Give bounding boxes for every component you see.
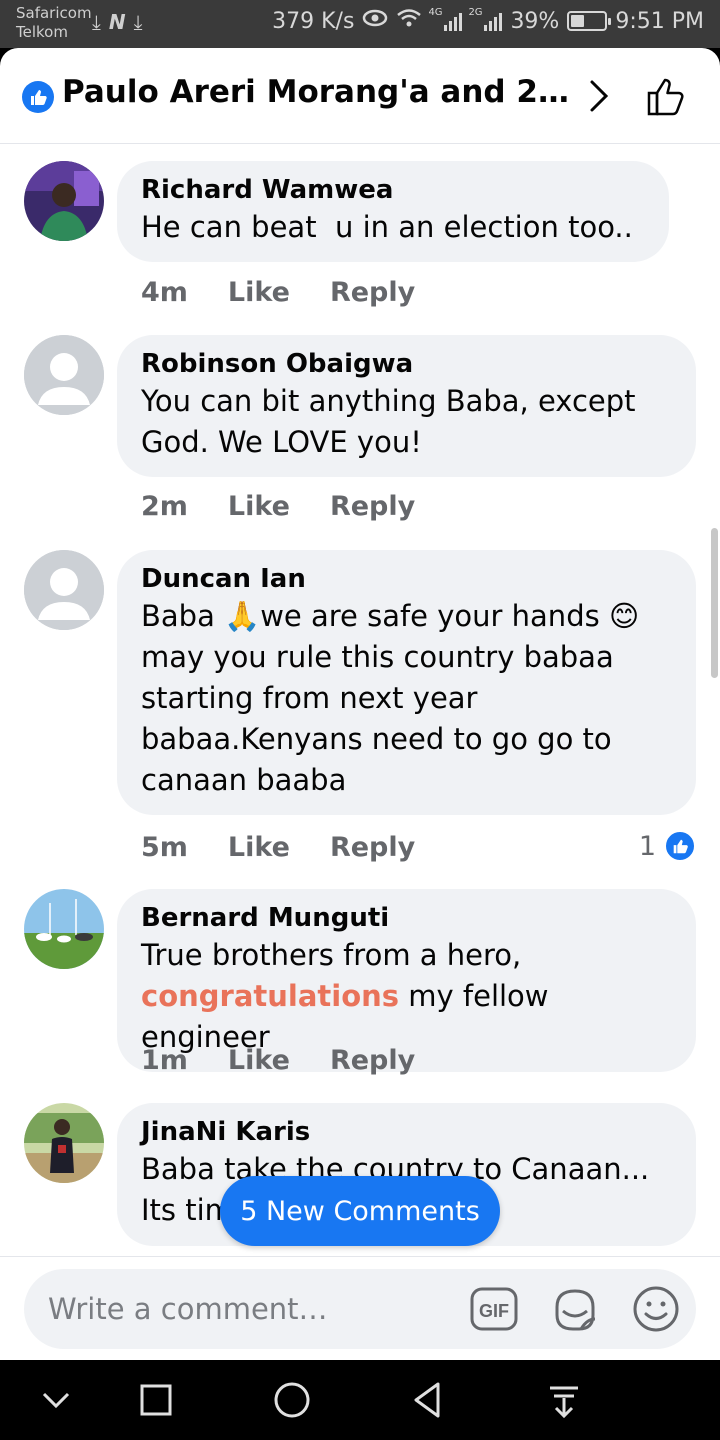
collapse-icon[interactable] bbox=[34, 1378, 78, 1422]
smiling-emoji-icon: 😊 bbox=[608, 599, 640, 633]
comment-actions: 1m Like Reply bbox=[141, 1045, 415, 1076]
comments-list[interactable]: Richard Wamwea He can beat u in an elect… bbox=[0, 145, 720, 1255]
eye-comfort-icon bbox=[362, 8, 388, 34]
network-type-1: 4G bbox=[428, 7, 443, 18]
status-right: 379 K/s 4G 2G 39% 9:51 PM bbox=[272, 7, 704, 34]
comment-text-part: Baba bbox=[141, 599, 225, 633]
folded-hands-emoji-icon: 🙏 bbox=[224, 599, 261, 633]
reply-button[interactable]: Reply bbox=[330, 832, 415, 863]
carrier-1: Safaricom bbox=[16, 4, 92, 22]
new-comments-button[interactable]: 5 New Comments bbox=[220, 1176, 500, 1246]
avatar[interactable] bbox=[24, 889, 104, 969]
home-icon[interactable] bbox=[270, 1378, 314, 1422]
chevron-right-icon[interactable] bbox=[584, 78, 614, 114]
wifi-icon bbox=[396, 8, 422, 34]
comment-time: 5m bbox=[141, 832, 188, 863]
thumbs-up-icon[interactable] bbox=[645, 74, 689, 118]
notifications-pull-icon[interactable] bbox=[542, 1378, 586, 1422]
reply-button[interactable]: Reply bbox=[330, 277, 415, 308]
comments-header: Paulo Areri Morang'a and 2.5K… bbox=[0, 48, 720, 144]
comment-author[interactable]: Duncan Ian bbox=[141, 562, 672, 596]
comment-text-part: we are safe your hands bbox=[260, 599, 609, 633]
back-icon[interactable] bbox=[406, 1378, 450, 1422]
comment-composer: GIF bbox=[0, 1256, 720, 1360]
like-icon bbox=[22, 81, 54, 113]
notification-icons: ⤓ N ⤓ bbox=[92, 10, 142, 34]
carrier-2: Telkom bbox=[16, 23, 68, 41]
network-speed: 379 K/s bbox=[272, 8, 355, 34]
comment-actions: 2m Like Reply bbox=[141, 491, 415, 522]
comment-bubble[interactable]: Duncan Ian Baba 🙏we are safe your hands … bbox=[117, 550, 696, 815]
like-reaction-icon bbox=[664, 830, 696, 862]
sticker-icon[interactable] bbox=[551, 1285, 599, 1333]
battery-percent: 39% bbox=[510, 8, 560, 34]
avatar[interactable] bbox=[24, 1103, 104, 1183]
avatar[interactable] bbox=[24, 161, 104, 241]
comment-author[interactable]: Robinson Obaigwa bbox=[141, 347, 672, 381]
reply-button[interactable]: Reply bbox=[330, 1045, 415, 1076]
network-type-2: 2G bbox=[468, 7, 483, 18]
recents-icon[interactable] bbox=[134, 1378, 178, 1422]
comment-time: 1m bbox=[141, 1045, 188, 1076]
reactions-summary[interactable]: Paulo Areri Morang'a and 2.5K… bbox=[62, 74, 572, 110]
comment-bubble[interactable]: Robinson Obaigwa You can bit anything Ba… bbox=[117, 335, 696, 477]
comment-author[interactable]: Bernard Munguti bbox=[141, 901, 672, 935]
status-bar: Safaricom Telkom ⤓ N ⤓ 379 K/s 4G 2G 39%… bbox=[0, 0, 720, 48]
like-button[interactable]: Like bbox=[228, 1045, 290, 1076]
comment-author[interactable]: Richard Wamwea bbox=[141, 173, 645, 207]
reaction-count[interactable]: 1 bbox=[639, 830, 696, 862]
battery-icon bbox=[567, 11, 612, 31]
highlighted-word[interactable]: congratulations bbox=[141, 979, 399, 1013]
carrier-names: Safaricom Telkom bbox=[16, 4, 92, 42]
like-button[interactable]: Like bbox=[228, 832, 290, 863]
default-avatar-icon[interactable] bbox=[24, 335, 104, 415]
composer-box: GIF bbox=[24, 1269, 696, 1349]
comment-actions: 4m Like Reply bbox=[141, 277, 415, 308]
comment-text: He can beat u in an election too.. bbox=[141, 210, 633, 244]
gif-label: GIF bbox=[479, 1301, 509, 1321]
comment-bubble[interactable]: Richard Wamwea He can beat u in an elect… bbox=[117, 161, 669, 262]
emoji-icon[interactable] bbox=[632, 1285, 680, 1333]
like-button[interactable]: Like bbox=[228, 277, 290, 308]
comment-input[interactable] bbox=[48, 1269, 448, 1349]
signal-icon-2: 2G bbox=[468, 7, 503, 31]
comment-author[interactable]: JinaNi Karis bbox=[141, 1115, 672, 1149]
default-avatar-icon[interactable] bbox=[24, 550, 104, 630]
like-button[interactable]: Like bbox=[228, 491, 290, 522]
comments-sheet: Paulo Areri Morang'a and 2.5K… Richard W… bbox=[0, 48, 720, 1360]
comment-text: You can bit anything Baba, except God. W… bbox=[141, 384, 645, 459]
download-icon: ⤓ bbox=[133, 10, 143, 34]
system-nav-bar bbox=[0, 1360, 720, 1440]
gif-icon[interactable]: GIF bbox=[470, 1285, 518, 1333]
scrollbar[interactable] bbox=[711, 528, 718, 678]
n-app-icon: N bbox=[108, 10, 126, 34]
signal-icon-1: 4G bbox=[428, 7, 463, 31]
comment-text-part: may you rule this country babaa starting… bbox=[141, 640, 623, 797]
battery-fill bbox=[571, 15, 584, 27]
download-icon: ⤓ bbox=[92, 10, 101, 34]
comment-text: True brothers from a hero, congratulatio… bbox=[141, 935, 672, 1058]
reply-button[interactable]: Reply bbox=[330, 491, 415, 522]
comment-time: 4m bbox=[141, 277, 188, 308]
comment-text-part: True brothers from a hero, bbox=[141, 938, 531, 972]
comment-text: Baba 🙏we are safe your hands 😊 may you r… bbox=[141, 596, 672, 801]
clock: 9:51 PM bbox=[615, 8, 704, 34]
comment-time: 2m bbox=[141, 491, 188, 522]
comment-actions: 5m Like Reply bbox=[141, 832, 415, 863]
reaction-count-number: 1 bbox=[638, 830, 656, 862]
